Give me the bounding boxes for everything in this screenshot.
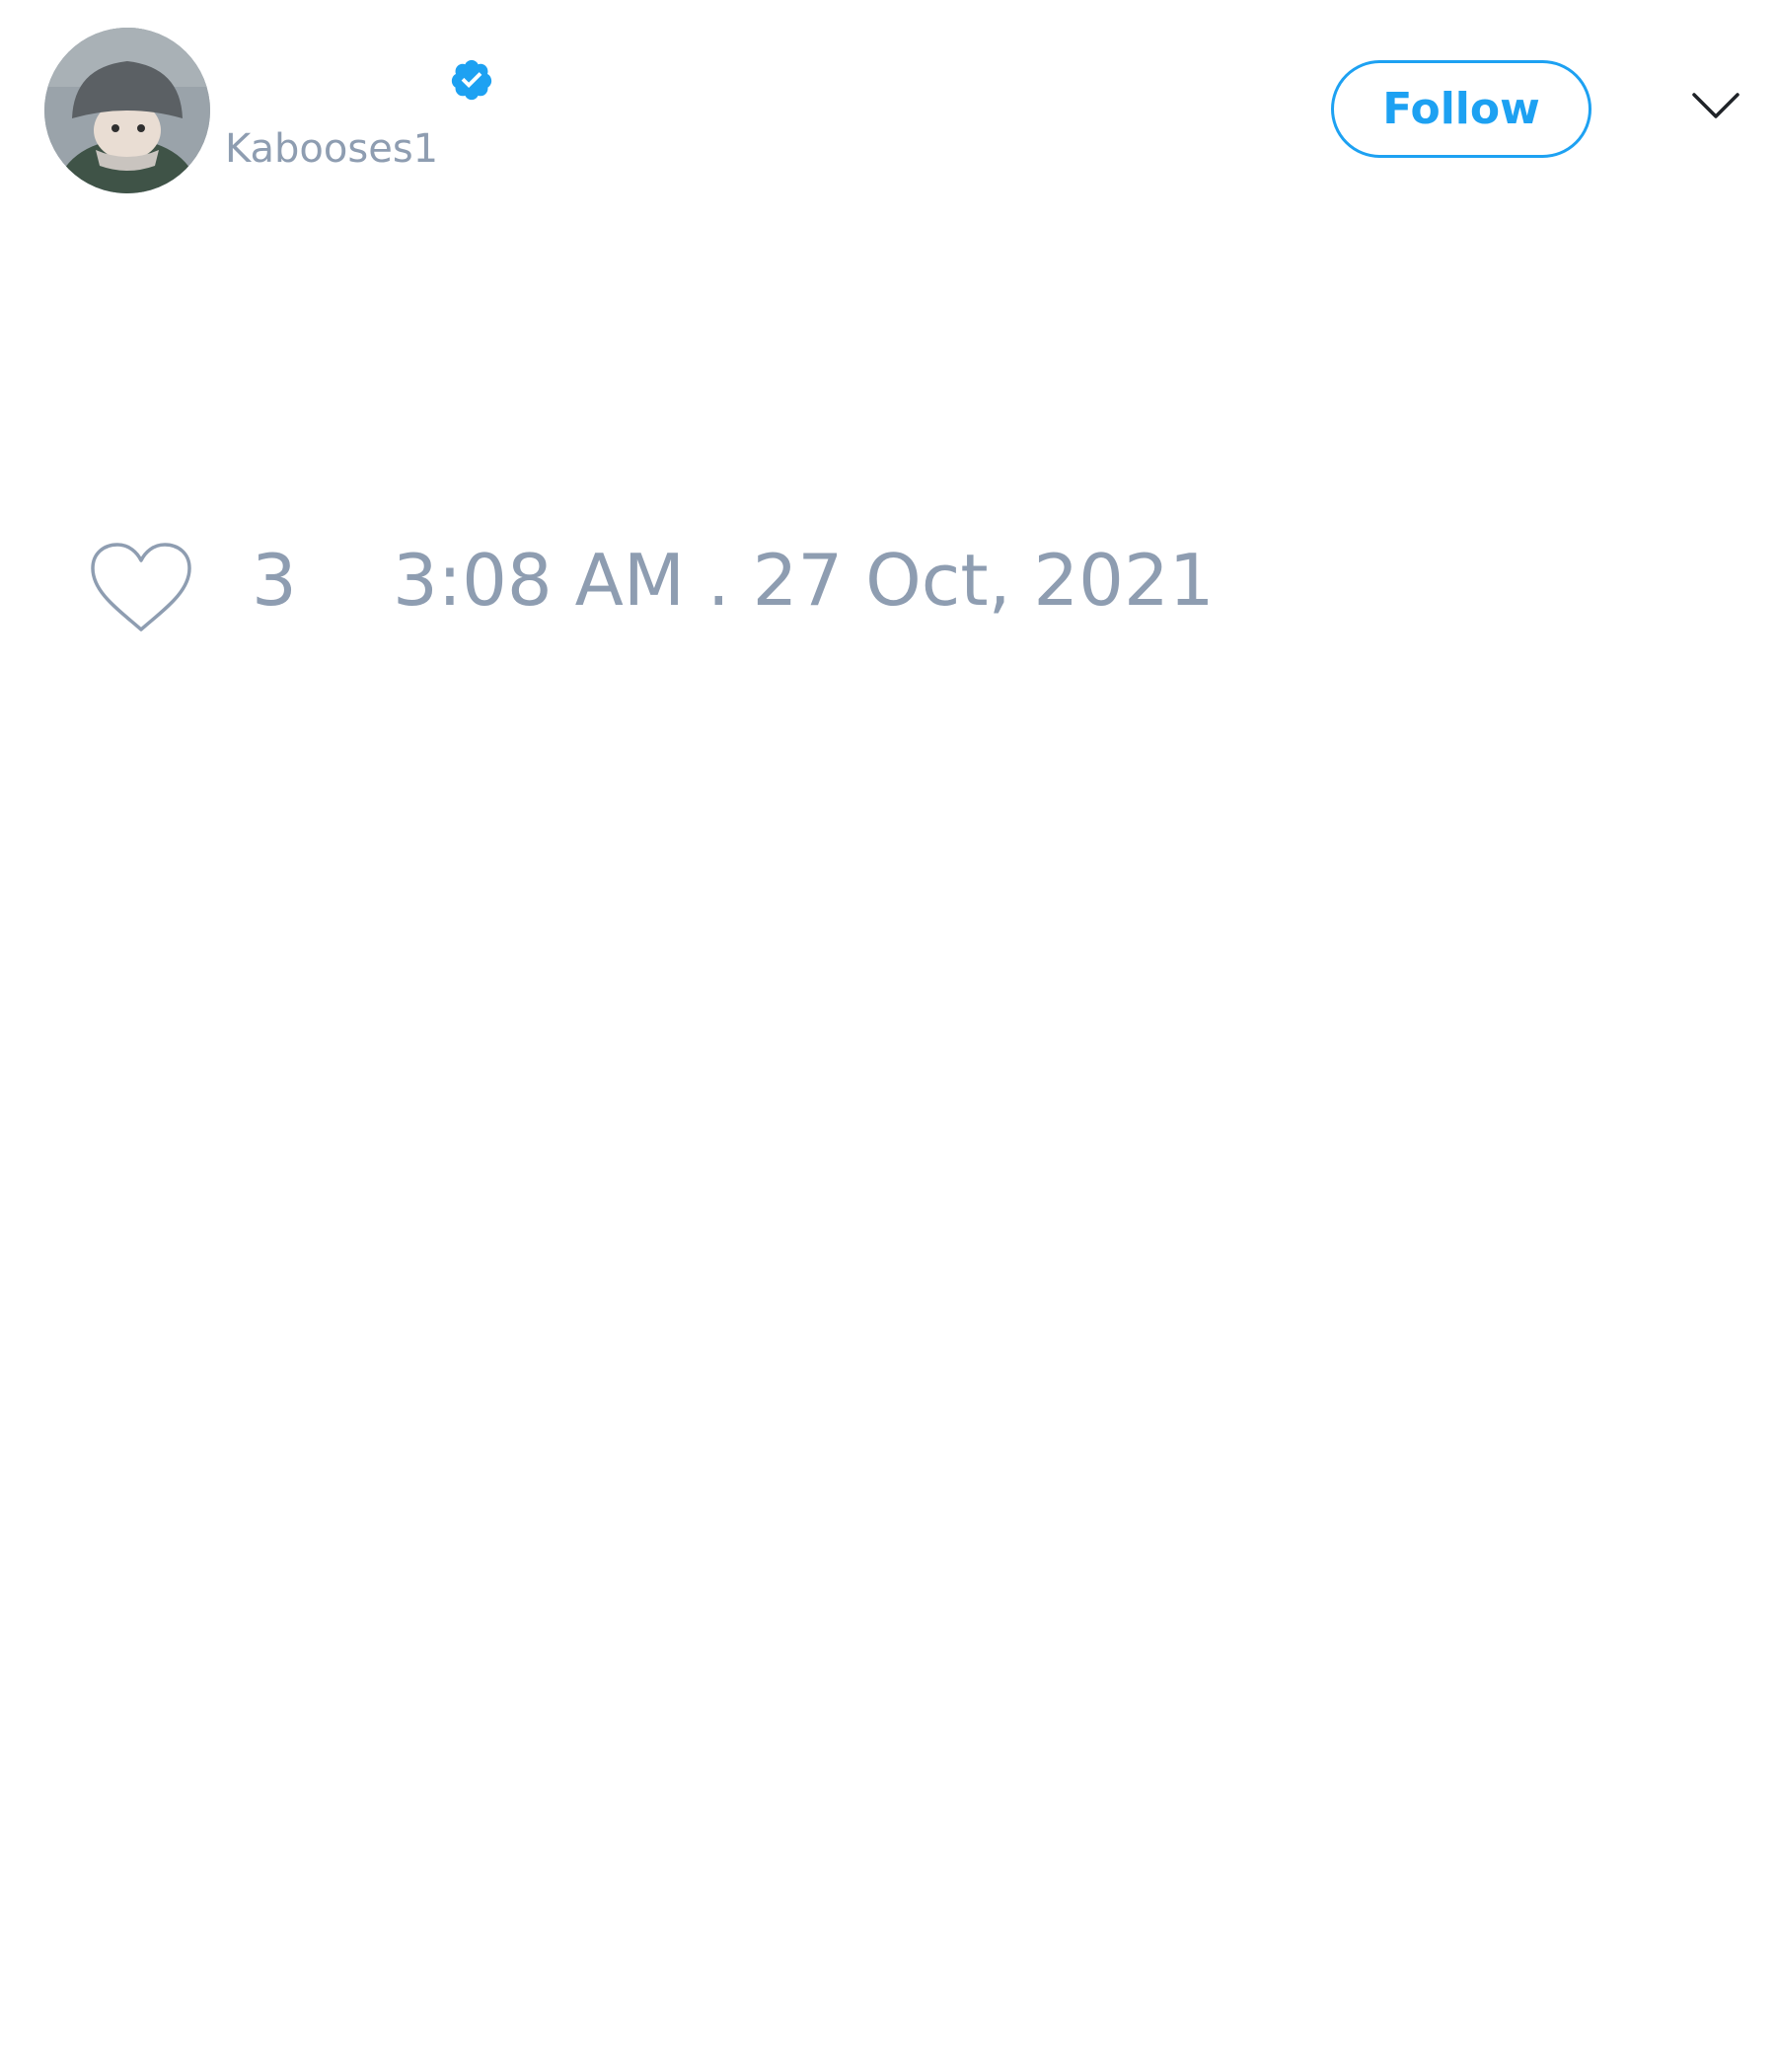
avatar-image	[44, 28, 210, 193]
tweet-timestamp[interactable]: 3:08 AM . 27 Oct, 2021	[393, 545, 1215, 616]
verified-badge-icon	[451, 59, 492, 101]
author-handle[interactable]: Kabooses1	[225, 126, 438, 172]
chevron-down-icon[interactable]	[1691, 91, 1740, 120]
follow-button[interactable]: Follow	[1331, 60, 1591, 158]
like-count: 3	[252, 539, 297, 622]
heart-icon[interactable]	[89, 541, 193, 633]
avatar[interactable]	[44, 28, 210, 193]
